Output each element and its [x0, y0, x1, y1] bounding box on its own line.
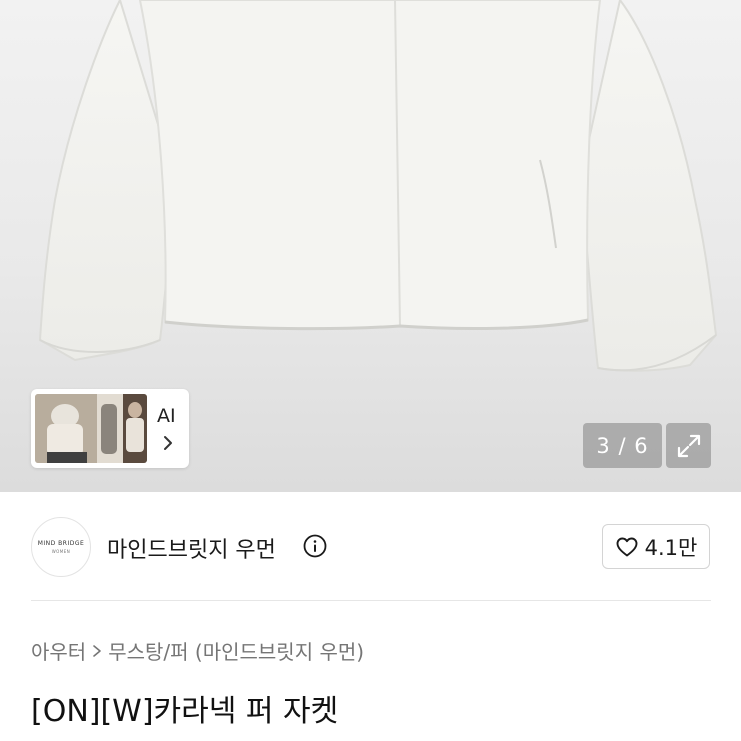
chevron-right-icon [164, 436, 172, 450]
image-counter: 3 / 6 [583, 423, 662, 468]
brand-row: MIND BRIDGE WOMEN 마인드브릿지 우먼 4.1만 [0, 492, 741, 600]
ai-chip-label: AI [157, 405, 176, 427]
like-count: 4.1만 [644, 535, 698, 560]
like-button[interactable]: 4.1만 [602, 524, 710, 569]
info-icon[interactable] [303, 534, 327, 558]
ai-style-chip[interactable]: AI [31, 389, 189, 468]
breadcrumb-category[interactable]: 아우터 [31, 636, 86, 665]
brand-logo[interactable]: MIND BRIDGE WOMEN [31, 517, 91, 577]
expand-button[interactable] [666, 423, 711, 468]
ai-style-thumbnail [35, 394, 147, 463]
divider [31, 600, 711, 601]
chevron-right-icon [93, 644, 102, 657]
brand-logo-subtext: WOMEN [51, 549, 71, 554]
heart-icon [616, 537, 638, 556]
breadcrumb-subcategory[interactable]: 무스탕/퍼 (마인드브릿지 우먼) [108, 636, 364, 665]
brand-name[interactable]: 마인드브릿지 우먼 [107, 532, 276, 564]
product-image-gallery[interactable]: AI 3 / 6 [0, 0, 741, 492]
breadcrumb: 아우터 무스탕/퍼 (마인드브릿지 우먼) [31, 636, 364, 665]
brand-logo-text: MIND BRIDGE [37, 540, 85, 547]
expand-icon [677, 434, 700, 457]
product-title: [ON][W]카라넥 퍼 자켓 [31, 694, 339, 729]
